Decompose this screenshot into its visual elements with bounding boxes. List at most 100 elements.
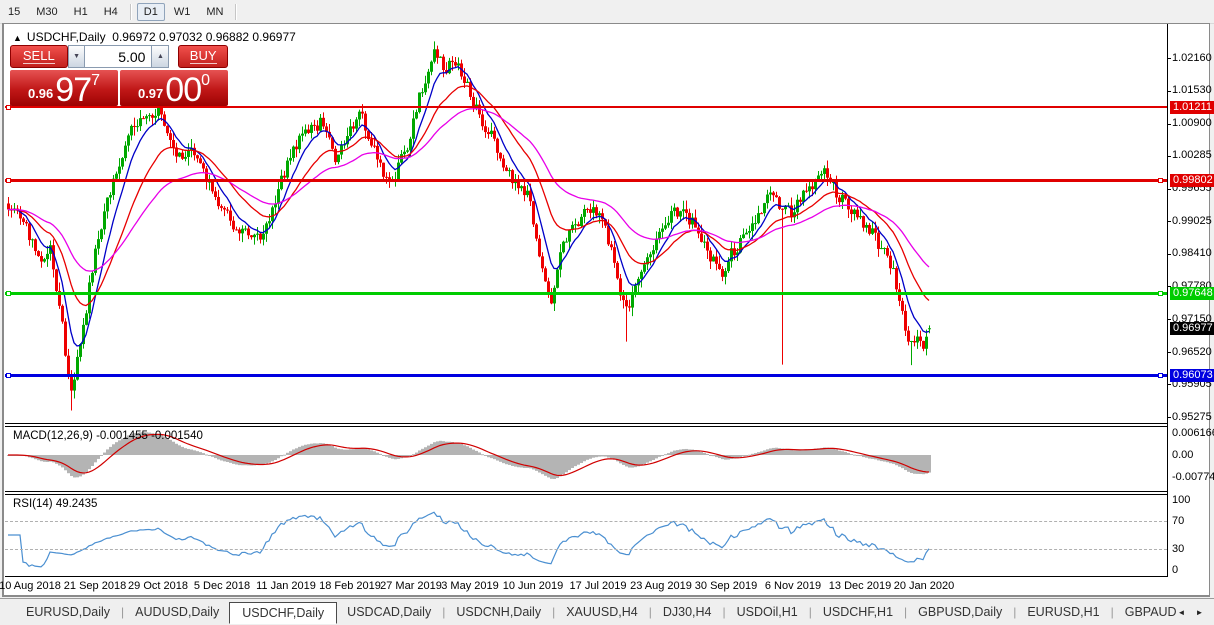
horizontal-level-line[interactable]	[5, 374, 1167, 377]
level-price-label: 0.97648	[1170, 287, 1214, 300]
main-pane-bottom-border	[5, 423, 1168, 424]
level-handle[interactable]	[6, 373, 11, 378]
date-axis-label: 23 Aug 2019	[630, 580, 692, 592]
tab-usdcad-daily[interactable]: USDCAD,Daily	[337, 602, 441, 622]
sell-button[interactable]: SELL	[10, 45, 68, 68]
current-price-label: 0.96977	[1170, 322, 1214, 335]
timeframe-button-mn[interactable]: MN	[199, 3, 230, 21]
price-axis-tick	[1167, 319, 1171, 320]
rsi-indicator-canvas[interactable]	[5, 495, 1167, 576]
date-axis-label: 11 Jan 2019	[256, 580, 316, 592]
tab-scroll-right-button[interactable]: ►	[1193, 605, 1206, 619]
tab-usdoil-h1[interactable]: USDOil,H1	[727, 602, 808, 622]
ohlc-values: 0.96972 0.97032 0.96882 0.96977	[112, 30, 296, 44]
price-axis-tick	[1167, 417, 1171, 418]
price-axis-tick	[1167, 124, 1171, 125]
tab-xauusd-h4[interactable]: XAUUSD,H4	[556, 602, 648, 622]
macd-pane-top-border[interactable]	[5, 426, 1168, 427]
level-handle[interactable]	[1158, 373, 1163, 378]
buy-price-pip: 0	[201, 72, 210, 90]
date-axis-label: 21 Sep 2018	[64, 580, 126, 592]
volume-input[interactable]	[85, 45, 151, 68]
one-click-trading-panel: SELL ▼ ▲ BUY 0.96977 0.97000	[10, 45, 228, 106]
tab-audusd-daily[interactable]: AUDUSD,Daily	[125, 602, 229, 622]
level-price-label: 1.01211	[1170, 101, 1214, 114]
rsi-level-line	[5, 549, 1167, 550]
toolbar-separator	[130, 4, 132, 20]
macd-pane-bottom-border[interactable]	[5, 491, 1168, 492]
date-axis-label: 20 Jan 2020	[894, 580, 955, 592]
level-price-label: 0.99802	[1170, 174, 1214, 187]
tab-dj30-h4[interactable]: DJ30,H4	[653, 602, 722, 622]
macd-axis-label: 0.006166	[1172, 427, 1214, 439]
rsi-axis-label: 0	[1172, 564, 1178, 576]
tab-usdcnh-daily[interactable]: USDCNH,Daily	[446, 602, 551, 622]
price-axis-tick-label: 1.01530	[1172, 84, 1212, 96]
price-axis-tick	[1167, 352, 1171, 353]
price-axis-tick	[1167, 156, 1171, 157]
macd-axis-label: 0.00	[1172, 449, 1193, 461]
timeframe-toolbar: 15M30H1H4 D1W1MN	[0, 0, 1214, 24]
date-axis-label: 6 Nov 2019	[765, 580, 821, 592]
price-axis-tick-label: 1.02160	[1172, 52, 1212, 64]
volume-decrease-button[interactable]: ▼	[68, 45, 86, 68]
timeframe-button-d1[interactable]: D1	[137, 3, 165, 21]
rsi-axis-label: 70	[1172, 515, 1184, 527]
price-axis-tick	[1167, 189, 1171, 190]
horizontal-level-line[interactable]	[5, 179, 1167, 182]
price-axis-tick	[1167, 384, 1171, 385]
macd-axis-label: -0.007745	[1172, 471, 1214, 483]
sell-price-main: 97	[55, 74, 91, 106]
level-handle[interactable]	[6, 178, 11, 183]
tab-eurusd-daily[interactable]: EURUSD,Daily	[16, 602, 120, 622]
price-axis-tick-label: 0.95275	[1172, 411, 1212, 423]
tab-scroll-left-button[interactable]: ◄	[1175, 605, 1188, 619]
price-axis-tick	[1167, 58, 1171, 59]
tab-gbpusd-daily[interactable]: GBPUSD,Daily	[908, 602, 1012, 622]
price-axis-tick-label: 0.99025	[1172, 215, 1212, 227]
price-axis-tick-label: 1.00900	[1172, 117, 1212, 129]
tab-usdchf-daily[interactable]: USDCHF,Daily	[229, 602, 337, 624]
level-handle[interactable]	[1158, 178, 1163, 183]
price-axis-tick-label: 0.98410	[1172, 247, 1212, 259]
horizontal-level-line[interactable]	[5, 292, 1167, 295]
timeframe-button-15[interactable]: 15	[1, 3, 27, 21]
sell-button-label: SELL	[23, 49, 55, 64]
price-axis-tick	[1167, 91, 1171, 92]
date-axis-label: 10 Jun 2019	[503, 580, 564, 592]
buy-button[interactable]: BUY	[178, 45, 228, 68]
date-axis-label: 27 Mar 2019	[380, 580, 442, 592]
date-axis-label: 17 Jul 2019	[570, 580, 627, 592]
rsi-axis-label: 30	[1172, 543, 1184, 555]
date-axis-label: 10 Aug 2018	[0, 580, 61, 592]
rsi-level-line	[5, 521, 1167, 522]
price-axis-line	[1167, 24, 1168, 577]
buy-price-box[interactable]: 0.97000	[120, 70, 228, 106]
tab-eurusd-h1[interactable]: EURUSD,H1	[1017, 602, 1109, 622]
symbol-name: USDCHF,Daily	[27, 30, 106, 44]
buy-price-prefix: 0.97	[138, 86, 163, 101]
buy-price-main: 00	[165, 74, 201, 106]
tab-gbpaud-h1[interactable]: GBPAUD,H1	[1115, 602, 1176, 622]
sell-price-box[interactable]: 0.96977	[10, 70, 118, 106]
chevron-up-icon: ▲	[157, 53, 164, 60]
chart-tabs: EURUSD,Daily|AUDUSD,DailyUSDCHF,DailyUSD…	[0, 601, 1176, 624]
timeframe-button-h4[interactable]: H4	[97, 3, 125, 21]
arrow-left-icon: ◄	[1178, 608, 1186, 617]
rsi-pane-top-border[interactable]	[5, 494, 1168, 495]
date-axis-label: 3 May 2019	[441, 580, 498, 592]
date-axis-label: 30 Sep 2019	[695, 580, 757, 592]
timeframe-button-w1[interactable]: W1	[167, 3, 198, 21]
tab-usdchf-h1[interactable]: USDCHF,H1	[813, 602, 903, 622]
toolbar-separator	[235, 4, 237, 20]
chevron-down-icon: ▼	[73, 53, 80, 60]
timeframe-button-h1[interactable]: H1	[67, 3, 95, 21]
collapse-trade-panel-icon[interactable]: ▲	[13, 33, 22, 43]
level-handle[interactable]	[6, 291, 11, 296]
macd-label: MACD(12,26,9) -0.001455 -0.001540	[13, 430, 203, 442]
level-handle[interactable]	[1158, 291, 1163, 296]
volume-increase-button[interactable]: ▲	[151, 45, 169, 68]
price-axis-tick-label: 1.00285	[1172, 149, 1212, 161]
timeframe-button-m30[interactable]: M30	[29, 3, 64, 21]
arrow-right-icon: ►	[1196, 608, 1204, 617]
